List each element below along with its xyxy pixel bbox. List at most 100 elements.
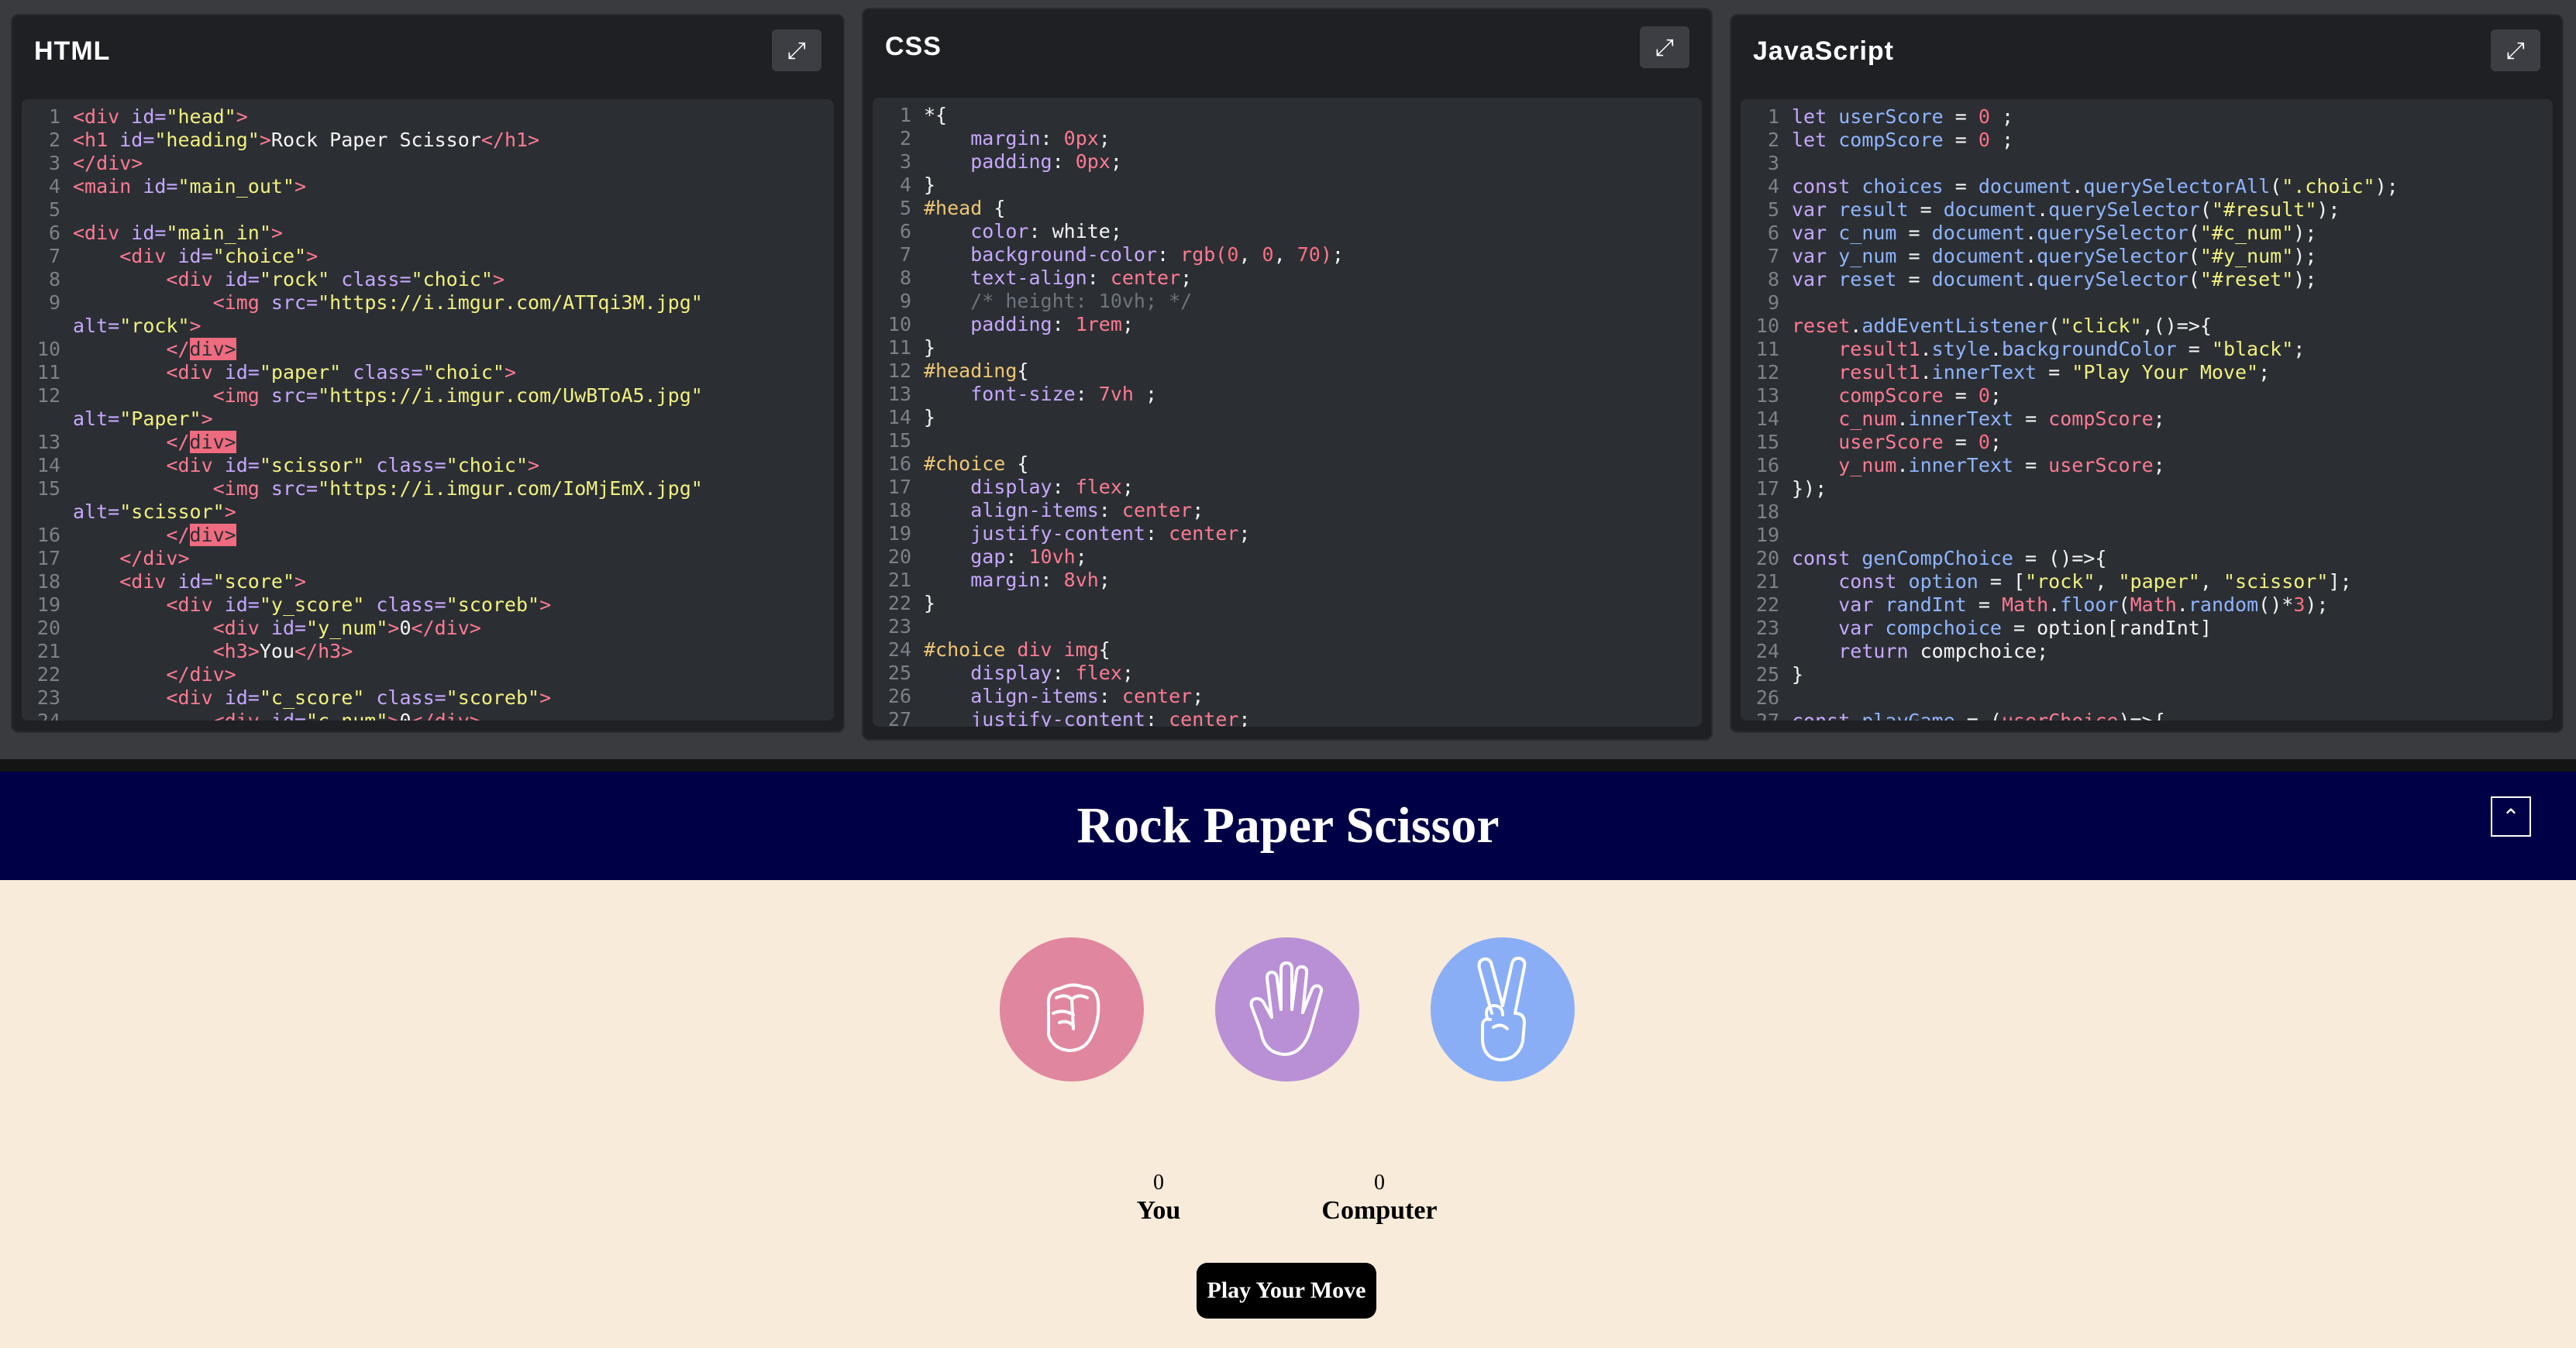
html-code-line: 20 <div id="y_num">0</div> xyxy=(22,617,834,640)
line-number: 6 xyxy=(48,222,60,244)
line-number: 25 xyxy=(887,662,911,684)
code-token: justify-content xyxy=(970,522,1145,545)
line-number: 5 xyxy=(899,197,911,219)
css-code-line: 12 #heading{ xyxy=(873,359,1702,383)
line-number: 9 xyxy=(48,291,60,314)
code-token: > xyxy=(270,222,283,244)
resize-divider[interactable] xyxy=(0,759,2576,772)
code-token: "https://i.imgur.com/UwBToA5.jpg" xyxy=(318,384,703,407)
code-token: ; xyxy=(1075,545,1087,568)
code-token: ; xyxy=(1989,384,2002,407)
js-code-line: 19 xyxy=(1741,524,2553,547)
line-number: 12 xyxy=(36,384,60,407)
html-code-line: 16 </div> xyxy=(22,524,834,547)
code-token: 0 xyxy=(1978,431,1990,453)
code-token: padding xyxy=(970,313,1052,335)
line-number: 7 xyxy=(899,243,911,266)
line-number: 7 xyxy=(48,245,60,267)
code-token: } xyxy=(924,174,936,196)
code-token: random xyxy=(2188,593,2259,616)
code-token: compScore xyxy=(1838,129,1944,151)
js-expand-button[interactable]: ⤢ xyxy=(2491,29,2540,71)
code-token: = xyxy=(1966,593,2002,616)
rock-choice[interactable] xyxy=(1000,937,1144,1081)
code-token: = [ xyxy=(1978,570,2026,593)
code-token: div img xyxy=(1017,638,1099,661)
code-token: id= xyxy=(224,454,260,476)
code-token: Math xyxy=(2001,593,2049,616)
editor-area: HTML ⤢ 1 <div id="head"> 2 <h1 id="heading"… xyxy=(0,0,2576,759)
html-expand-button[interactable]: ⤢ xyxy=(772,29,821,71)
css-expand-button[interactable]: ⤢ xyxy=(1640,26,1689,68)
code-token: ( xyxy=(2188,222,2200,244)
code-token: <div xyxy=(119,245,178,267)
line-number: 13 xyxy=(1755,384,1779,407)
collapse-button[interactable]: ⌃ xyxy=(2491,796,2531,837)
line-number: 25 xyxy=(1755,663,1779,686)
line-number: 2 xyxy=(1767,129,1779,151)
code-token: padding xyxy=(970,150,1052,173)
line-number: 23 xyxy=(887,615,911,638)
line-number: 1 xyxy=(899,104,911,126)
code-token: ( xyxy=(2048,315,2061,337)
code-token: randInt xyxy=(1885,593,1967,616)
code-token: floor xyxy=(2060,593,2119,616)
code-token: <div xyxy=(73,105,132,128)
code-token: result xyxy=(1838,198,1909,221)
code-token: var xyxy=(1792,245,1839,267)
code-token: 1rem xyxy=(1075,313,1122,335)
code-token: const xyxy=(1792,547,1862,569)
paper-choice[interactable] xyxy=(1215,937,1359,1081)
code-token: flex xyxy=(1075,476,1122,498)
code-token: 0 xyxy=(1227,243,1239,266)
code-token: document xyxy=(1931,268,2026,291)
html-code-line: 14 <div id="scissor" class="choic"> xyxy=(22,454,834,477)
code-token: <img xyxy=(212,477,271,500)
code-token: 0 xyxy=(1978,105,1990,128)
code-token: > xyxy=(492,268,505,291)
scissor-choice[interactable] xyxy=(1431,937,1575,1081)
line-number: 9 xyxy=(1767,291,1779,314)
line-number: 21 xyxy=(887,569,911,591)
code-token: 0 xyxy=(1978,129,1990,151)
line-number: 1 xyxy=(1767,105,1779,128)
css-code-editor[interactable]: 1 *{2 margin: 0px; 3 padding: 0px; 4} 5 #head… xyxy=(873,98,1702,727)
code-token: text-align xyxy=(970,267,1087,289)
line-number: 14 xyxy=(1755,407,1779,430)
code-token: "https://i.imgur.com/IoMjEmX.jpg" xyxy=(318,477,703,500)
code-token: . xyxy=(2025,268,2037,291)
code-token: ]; xyxy=(2328,570,2352,593)
code-token: innerText xyxy=(1908,407,2014,430)
code-token: "Paper" xyxy=(119,407,201,430)
code-token: flex xyxy=(1075,662,1122,684)
expand-icon: ⤢ xyxy=(1655,33,1674,61)
code-token: : xyxy=(1145,708,1169,727)
html-code-editor[interactable]: 1 <div id="head"> 2 <h1 id="heading">Rock P… xyxy=(22,99,834,720)
play-your-move-button[interactable]: Play Your Move xyxy=(1197,1263,1376,1319)
line-number: 5 xyxy=(1767,198,1779,221)
line-number: 22 xyxy=(887,592,911,614)
code-token: <div xyxy=(166,593,225,616)
code-token: userChoice xyxy=(2002,710,2119,720)
code-token: <div xyxy=(166,454,225,476)
code-token: ) xyxy=(1320,243,1332,266)
fist-icon xyxy=(1046,983,1100,1052)
code-token: id= xyxy=(270,617,307,639)
code-token: : xyxy=(1040,127,1064,150)
js-code-editor[interactable]: 1 let userScore = 0 ; 2 let compScore = 0 ;… xyxy=(1741,99,2553,720)
html-code-line: 4 <main id="main_out"> xyxy=(22,175,834,198)
code-token: = xyxy=(1943,105,1978,128)
code-token: : xyxy=(1052,662,1076,684)
js-code-line: 10 reset.addEventListener("click",()=>{ xyxy=(1741,315,2553,338)
code-token: /* height: 10vh; */ xyxy=(970,290,1193,312)
line-number: 6 xyxy=(899,220,911,242)
